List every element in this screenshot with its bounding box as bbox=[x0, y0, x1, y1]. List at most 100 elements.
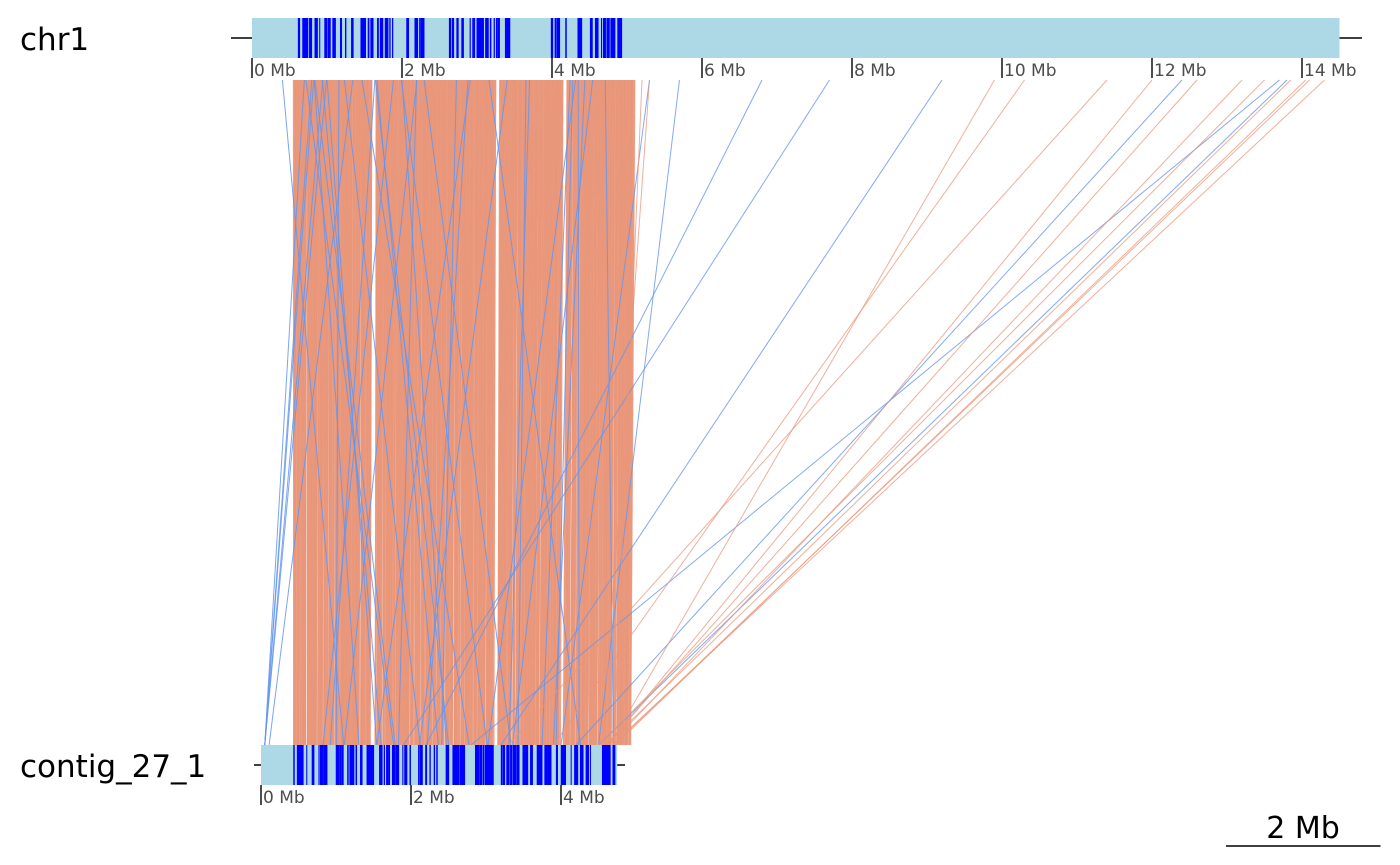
query-feature-marker bbox=[339, 745, 342, 785]
reference-feature-marker bbox=[578, 18, 582, 58]
reverse-link bbox=[598, 79, 1288, 746]
query-feature-marker bbox=[352, 745, 355, 785]
query-feature-marker bbox=[506, 745, 510, 785]
query-feature-marker bbox=[530, 745, 533, 785]
query-feature-marker bbox=[555, 745, 558, 785]
reference-tick-label: 2 Mb bbox=[404, 61, 446, 81]
reference-feature-marker bbox=[602, 18, 606, 58]
reference-ticks: 0 Mb 2 Mb 4 Mb 6 Mb 8 Mb 10 Mb 12 Mb 14 Mb bbox=[251, 58, 1357, 81]
query-feature-marker bbox=[579, 745, 584, 785]
synteny-links bbox=[264, 79, 1325, 746]
forward-link bbox=[605, 79, 1198, 746]
reference-feature-marker bbox=[489, 18, 492, 58]
query-feature-marker bbox=[589, 745, 591, 785]
query-feature-marker bbox=[404, 745, 407, 785]
query-feature-marker bbox=[312, 745, 315, 785]
reference-tick-label: 12 Mb bbox=[1154, 61, 1207, 81]
reference-track: 0 Mb 2 Mb 4 Mb 6 Mb 8 Mb 10 Mb 12 Mb 14 Mb chr1 bbox=[20, 18, 1362, 81]
reference-feature-marker bbox=[345, 18, 347, 58]
reference-feature-marker bbox=[618, 18, 623, 58]
reference-feature-marker bbox=[610, 18, 613, 58]
query-feature-marker bbox=[298, 745, 301, 785]
query-feature-marker bbox=[388, 745, 391, 785]
reference-tick-label: 14 Mb bbox=[1304, 61, 1357, 81]
reference-feature-marker bbox=[550, 18, 554, 58]
query-feature-marker bbox=[335, 745, 339, 785]
reference-feature-marker bbox=[381, 18, 383, 58]
forward-link bbox=[611, 79, 1325, 746]
query-feature-marker bbox=[455, 745, 459, 785]
query-feature-marker bbox=[452, 745, 455, 785]
query-feature-marker bbox=[391, 745, 395, 785]
reference-feature-marker bbox=[368, 18, 370, 58]
reference-feature-marker bbox=[414, 18, 418, 58]
reference-feature-marker bbox=[420, 18, 424, 58]
reference-feature-marker bbox=[451, 18, 455, 58]
reference-feature-marker bbox=[314, 18, 318, 58]
reference-feature-marker bbox=[297, 18, 301, 58]
query-feature-marker bbox=[445, 745, 450, 785]
query-feature-marker bbox=[475, 745, 480, 785]
query-tick-label: 2 Mb bbox=[413, 788, 455, 808]
query-feature-marker bbox=[366, 745, 370, 785]
reference-feature-marker bbox=[473, 18, 476, 58]
reference-feature-marker bbox=[493, 18, 495, 58]
query-feature-marker bbox=[386, 745, 389, 785]
reference-feature-marker bbox=[339, 18, 343, 58]
query-feature-marker bbox=[544, 745, 547, 785]
reference-feature-marker bbox=[360, 18, 364, 58]
query-feature-marker bbox=[402, 745, 404, 785]
query-feature-marker bbox=[409, 745, 411, 785]
query-track: 0 Mb 2 Mb 4 Mb contig_27_1 bbox=[20, 745, 625, 808]
reference-feature-marker bbox=[389, 18, 391, 58]
forward-link bbox=[613, 79, 1310, 746]
reference-feature-marker bbox=[324, 18, 328, 58]
query-sequence-label: contig_27_1 bbox=[20, 749, 206, 785]
query-ticks: 0 Mb 2 Mb 4 Mb bbox=[260, 785, 605, 808]
query-feature-marker bbox=[396, 745, 400, 785]
query-feature-marker bbox=[341, 745, 344, 785]
reference-feature-marker bbox=[497, 18, 500, 58]
query-feature-marker bbox=[372, 745, 375, 785]
query-feature-marker bbox=[509, 745, 511, 785]
query-feature-marker bbox=[360, 745, 363, 785]
scale-bar-label: 2 Mb bbox=[1266, 811, 1340, 846]
query-feature-marker bbox=[486, 745, 490, 785]
query-feature-marker bbox=[349, 745, 353, 785]
reference-feature-marker bbox=[423, 18, 425, 58]
query-feature-marker bbox=[383, 745, 385, 785]
reference-feature-marker bbox=[505, 18, 507, 58]
query-feature-marker bbox=[323, 745, 327, 785]
reference-feature-marker bbox=[469, 18, 471, 58]
reference-tick-label: 4 Mb bbox=[554, 61, 596, 81]
reference-feature-marker bbox=[554, 18, 557, 58]
query-feature-marker bbox=[502, 745, 506, 785]
reference-tick-label: 6 Mb bbox=[704, 61, 746, 81]
reference-feature-marker bbox=[456, 18, 459, 58]
query-feature-marker bbox=[601, 745, 604, 785]
query-feature-marker bbox=[306, 745, 308, 785]
scale-bar: 2 Mb bbox=[1226, 811, 1381, 847]
query-feature-marker bbox=[419, 745, 423, 785]
query-feature-marker bbox=[514, 745, 517, 785]
query-feature-marker bbox=[516, 745, 520, 785]
reference-feature-marker bbox=[392, 18, 394, 58]
query-feature-marker bbox=[395, 745, 397, 785]
reference-feature-marker bbox=[319, 18, 321, 58]
query-feature-marker bbox=[433, 745, 436, 785]
reference-sequence-label: chr1 bbox=[20, 22, 89, 58]
reference-feature-marker bbox=[385, 18, 388, 58]
query-feature-marker bbox=[536, 745, 541, 785]
reference-feature-marker bbox=[351, 18, 354, 58]
synteny-plot: 0 Mb 2 Mb 4 Mb 6 Mb 8 Mb 10 Mb 12 Mb 14 Mb chr1… bbox=[20, 18, 1381, 847]
query-feature-marker bbox=[570, 745, 572, 785]
query-feature-marker bbox=[479, 745, 482, 785]
reference-feature-marker bbox=[327, 18, 331, 58]
query-tick-label: 0 Mb bbox=[263, 788, 305, 808]
reference-feature-marker bbox=[477, 18, 481, 58]
reference-feature-marker bbox=[594, 18, 599, 58]
forward-link bbox=[609, 79, 1243, 746]
query-feature-marker bbox=[575, 745, 579, 785]
query-feature-marker bbox=[318, 745, 320, 785]
query-tick-label: 4 Mb bbox=[563, 788, 605, 808]
